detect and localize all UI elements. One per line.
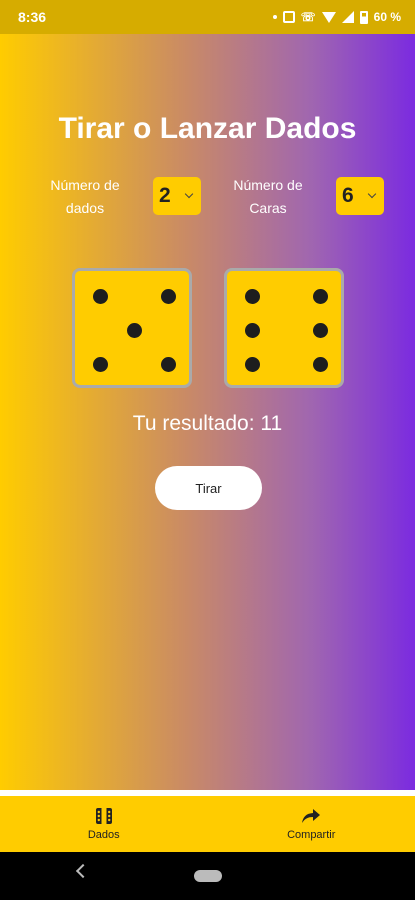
chevron-down-icon [184,189,194,199]
battery-level: 60 % [373,10,401,24]
vibrate-icon [282,11,295,23]
nav-item-compartir[interactable]: Compartir [208,796,415,852]
dice-icon [95,808,112,824]
die-pip [245,357,260,372]
die-2 [224,268,344,388]
dice-count-select[interactable]: 2 [153,177,201,215]
nav-label: Dados [87,829,120,841]
bottom-nav: Dados Compartir [0,796,415,852]
wifi-icon [321,11,336,23]
page-title: Tirar o Lanzar Dados [58,112,357,145]
die-pip [93,289,108,304]
die-pip [127,323,142,338]
main-area: Tirar o Lanzar Dados Número de dados 2 N… [0,34,415,790]
status-icons: ☏ 60 % [272,10,401,24]
wifi-call-icon: ☏ [300,10,316,24]
result-text: Tu resultado: 11 [132,412,283,435]
die-pip [245,323,260,338]
home-pill-icon[interactable] [194,870,222,882]
back-icon[interactable] [75,863,91,879]
faces-label: Número de Caras [233,177,303,216]
dice-count-value: 2 [159,184,171,207]
system-nav-bar [0,852,415,900]
faces-select[interactable]: 6 [336,177,384,215]
die-1 [72,268,192,388]
roll-button[interactable]: Tirar [155,466,262,510]
die-pip [313,357,328,372]
faces-value: 6 [342,184,354,207]
die-pip [313,289,328,304]
battery-icon [359,10,368,24]
signal-icon [341,11,354,23]
nav-item-dados[interactable]: Dados [0,796,208,852]
die-pip [161,289,176,304]
die-pip [245,289,260,304]
notification-dot-icon [272,15,277,19]
die-pip [161,357,176,372]
status-time: 8:36 [18,9,47,25]
die-pip [313,323,328,338]
share-arrow-icon [302,809,321,823]
nav-label: Compartir [287,829,336,841]
dice-count-label: Número de dados [50,177,120,216]
die-pip [93,357,108,372]
chevron-down-icon [367,189,377,199]
status-bar: 8:36 ☏ 60 % [0,0,415,34]
